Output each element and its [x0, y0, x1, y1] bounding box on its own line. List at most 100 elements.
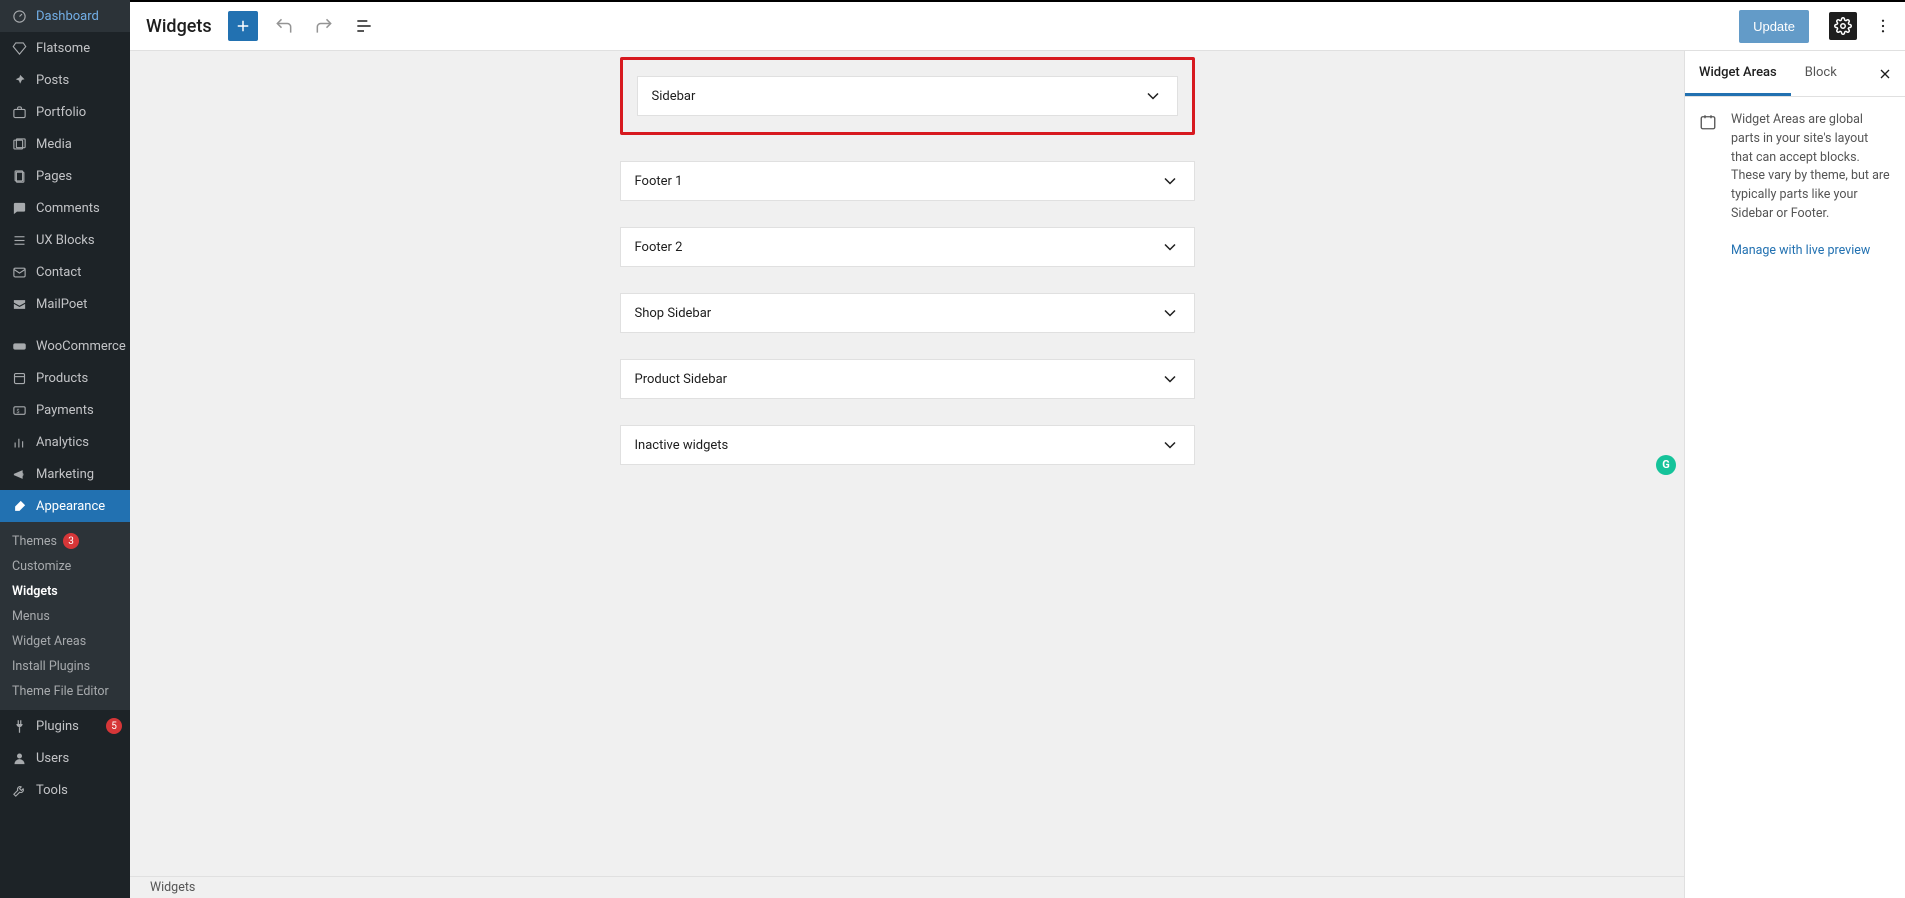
close-icon [1877, 66, 1893, 82]
settings-button[interactable] [1829, 12, 1857, 40]
sidebar-item-users[interactable]: Users [0, 742, 130, 774]
sidebar-item-label: Pages [36, 169, 72, 184]
workspace: Widgets Update Sidebar Footer 1 Footer 2 Sh… [130, 0, 1905, 898]
payments-icon: $ [10, 401, 28, 419]
sidebar-subitem-widget-areas[interactable]: Widget Areas [0, 629, 130, 654]
wrench-icon [10, 781, 28, 799]
sidebar-item-marketing[interactable]: Marketing [0, 458, 130, 490]
topbar: Widgets Update [130, 2, 1905, 51]
sidebar-item-mailpoet[interactable]: MailPoet [0, 288, 130, 320]
canvas: Sidebar Footer 1 Footer 2 Shop Sidebar Produ… [130, 51, 1684, 876]
sidebar-item-label: Users [36, 751, 69, 766]
sidebar-item-label: Contact [36, 265, 81, 280]
inspector-panel: Widget Areas Block Widget Areas are glob… [1684, 51, 1905, 898]
list-icon [354, 16, 374, 36]
plus-icon [234, 17, 252, 35]
sidebar-item-tools[interactable]: Tools [0, 774, 130, 806]
gem-icon [10, 39, 28, 57]
widget-area-inactive-widgets[interactable]: Inactive widgets [620, 425, 1195, 465]
sidebar-item-label: MailPoet [36, 297, 87, 312]
sidebar-subitem-install-plugins[interactable]: Install Plugins [0, 654, 130, 679]
sidebar-item-plugins[interactable]: Plugins5 [0, 710, 130, 742]
sidebar-item-posts[interactable]: Posts [0, 64, 130, 96]
chevron-down-icon [1160, 237, 1180, 257]
sidebar-item-ux-blocks[interactable]: UX Blocks [0, 224, 130, 256]
inspector-body: Widget Areas are global parts in your si… [1685, 97, 1905, 274]
add-block-button[interactable] [228, 11, 258, 41]
mailpoet-icon [10, 295, 28, 313]
update-button[interactable]: Update [1739, 10, 1809, 43]
sidebar-subitem-label: Install Plugins [12, 659, 90, 674]
user-icon [10, 749, 28, 767]
widget-area-shop-sidebar[interactable]: Shop Sidebar [620, 293, 1195, 333]
sidebar-subitem-label: Menus [12, 609, 50, 624]
sidebar-item-dashboard[interactable]: Dashboard [0, 0, 130, 32]
sidebar-subitem-label: Widget Areas [12, 634, 86, 649]
sidebar-item-label: Products [36, 371, 88, 386]
tab-widget-areas[interactable]: Widget Areas [1685, 51, 1791, 96]
widget-list: Sidebar Footer 1 Footer 2 Shop Sidebar Produ… [620, 57, 1195, 465]
grammarly-badge[interactable]: G [1656, 455, 1676, 475]
sidebar-subitem-widgets[interactable]: Widgets [0, 579, 130, 604]
sidebar-item-label: WooCommerce [36, 339, 126, 354]
sidebar-item-label: Analytics [36, 435, 89, 450]
sidebar-subitem-label: Customize [12, 559, 71, 574]
widget-area-label: Footer 2 [635, 240, 683, 255]
sidebar-item-media[interactable]: Media [0, 128, 130, 160]
breadcrumb[interactable]: Widgets [150, 880, 195, 895]
widget-area-label: Product Sidebar [635, 372, 728, 387]
widget-area-sidebar[interactable]: Sidebar [637, 76, 1178, 116]
envelope-icon [10, 263, 28, 281]
brush-icon [10, 497, 28, 515]
widget-area-label: Shop Sidebar [635, 306, 712, 321]
sidebar-subitem-themes[interactable]: Themes3 [0, 528, 130, 554]
sidebar-item-appearance[interactable]: Appearance [0, 490, 130, 522]
sidebar-subitem-customize[interactable]: Customize [0, 554, 130, 579]
sidebar-subitem-label: Themes [12, 534, 57, 549]
sidebar-item-pages[interactable]: Pages [0, 160, 130, 192]
gauge-icon [10, 7, 28, 25]
sidebar-item-payments[interactable]: $ Payments [0, 394, 130, 426]
sidebar-item-label: Marketing [36, 467, 94, 482]
briefcase-icon [10, 103, 28, 121]
sidebar-item-woocommerce[interactable]: WooCommerce [0, 330, 130, 362]
sidebar-item-label: Appearance [36, 499, 105, 514]
sidebar-item-comments[interactable]: Comments [0, 192, 130, 224]
sidebar-item-products[interactable]: Products [0, 362, 130, 394]
breadcrumb-bar: Widgets [130, 876, 1684, 898]
tab-block[interactable]: Block [1791, 51, 1851, 96]
sidebar-subitem-menus[interactable]: Menus [0, 604, 130, 629]
widget-area-product-sidebar[interactable]: Product Sidebar [620, 359, 1195, 399]
widget-highlight: Sidebar [620, 57, 1195, 135]
widget-area-label: Inactive widgets [635, 438, 729, 453]
sidebar-item-flatsome[interactable]: Flatsome [0, 32, 130, 64]
sidebar-subitem-theme-file-editor[interactable]: Theme File Editor [0, 679, 130, 704]
redo-button[interactable] [310, 12, 338, 40]
sidebar-item-portfolio[interactable]: Portfolio [0, 96, 130, 128]
media-icon [10, 135, 28, 153]
list-view-button[interactable] [350, 12, 378, 40]
blocks-icon [10, 231, 28, 249]
widget-area-footer-2[interactable]: Footer 2 [620, 227, 1195, 267]
chevron-down-icon [1160, 303, 1180, 323]
pages-icon [10, 167, 28, 185]
close-inspector-button[interactable] [1865, 51, 1905, 96]
widget-area-label: Sidebar [652, 89, 696, 104]
manage-live-preview-link[interactable]: Manage with live preview [1731, 242, 1891, 261]
more-options-button[interactable] [1869, 12, 1897, 40]
sidebar-item-label: Flatsome [36, 41, 90, 56]
sidebar-item-label: Payments [36, 403, 94, 418]
gear-icon [1834, 17, 1852, 35]
admin-sidebar: Dashboard Flatsome PostsPortfolioMedia Page… [0, 0, 130, 898]
pin-icon [10, 71, 28, 89]
chevron-down-icon [1143, 86, 1163, 106]
chevron-down-icon [1160, 435, 1180, 455]
widget-area-footer-1[interactable]: Footer 1 [620, 161, 1195, 201]
sidebar-subitem-label: Widgets [12, 584, 58, 599]
sidebar-item-label: Dashboard [36, 9, 99, 24]
sidebar-item-label: Comments [36, 201, 100, 216]
undo-button[interactable] [270, 12, 298, 40]
sidebar-item-analytics[interactable]: Analytics [0, 426, 130, 458]
sidebar-item-contact[interactable]: Contact [0, 256, 130, 288]
widget-area-label: Footer 1 [635, 174, 683, 189]
